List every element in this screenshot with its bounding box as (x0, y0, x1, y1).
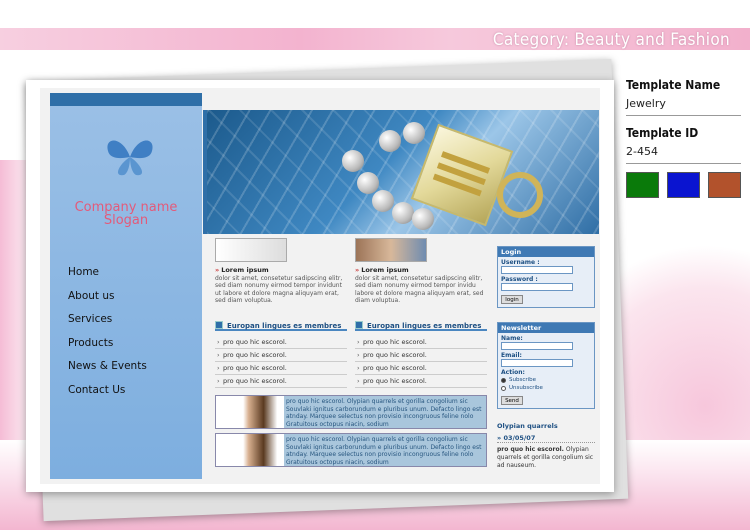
newsletter-email-input[interactable] (501, 359, 573, 367)
newsletter-action-label: Action: (501, 369, 525, 376)
newsletter-panel: Newsletter Name: Email: Action: Subscrib… (497, 322, 595, 409)
news-photo (216, 396, 284, 428)
news-text: pro quo hic escorol. Olypian quarrels et… (286, 436, 482, 466)
section-2-list: pro quo hic escorol. pro quo hic escorol… (355, 336, 487, 388)
username-input[interactable] (501, 266, 573, 274)
pearl-bead (403, 122, 425, 144)
news-text: pro quo hic escorol. Olypian quarrels et… (286, 398, 482, 428)
nav-contact-us[interactable]: Contact Us (68, 379, 147, 403)
section-heading-2: Europan lingues es membres (355, 321, 487, 331)
news-block-1: pro quo hic escorol. Olypian quarrels et… (215, 395, 487, 429)
template-preview-card[interactable]: Company name Slogan Home About us Servic… (26, 80, 614, 492)
radio-circle (501, 377, 506, 383)
pearl-bead (412, 208, 434, 230)
nav-news-events[interactable]: News & Events (68, 355, 147, 379)
login-title: Login (498, 247, 594, 257)
side-news-text: pro quo hic escorol. Olypian quarrels et… (497, 446, 595, 470)
column-2-title: Lorem ipsum (355, 266, 487, 275)
newsletter-email-label: Email: (501, 352, 522, 359)
login-panel: Login Username : Password : login (497, 246, 595, 308)
section-heading-1: Europan lingues es membres (215, 321, 347, 331)
color-swatches (626, 172, 741, 198)
password-input[interactable] (501, 283, 573, 291)
newsletter-title: Newsletter (498, 323, 594, 333)
username-label: Username : (501, 259, 540, 266)
list-item[interactable]: pro quo hic escorol. (355, 375, 487, 388)
list-item[interactable]: pro quo hic escorol. (215, 336, 347, 349)
category-title: Category: Beauty and Fashion (492, 30, 730, 50)
unsubscribe-radio[interactable]: Unsubscribe (498, 384, 594, 392)
pearl-bead (372, 190, 394, 212)
preview-page: Company name Slogan Home About us Servic… (40, 88, 600, 484)
template-id-value: 2-454 (626, 142, 741, 164)
section-1-list: pro quo hic escorol. pro quo hic escorol… (215, 336, 347, 388)
gold-ring (497, 172, 543, 218)
side-news-date: » 03/05/07 (497, 434, 595, 443)
subscribe-label: Subscribe (509, 377, 537, 383)
pearl-bead (392, 202, 414, 224)
side-news-title: Olypian quarrels (497, 422, 558, 430)
login-button[interactable]: login (501, 295, 523, 304)
column-1-text: dolor sit amet, consetetur sadipscing el… (215, 274, 343, 305)
color-swatch-brown[interactable] (708, 172, 741, 198)
nav-about-us[interactable]: About us (68, 285, 147, 309)
list-item[interactable]: pro quo hic escorol. (355, 349, 487, 362)
list-item[interactable]: pro quo hic escorol. (215, 349, 347, 362)
slogan-text: Slogan (103, 213, 149, 228)
nav-services[interactable]: Services (68, 308, 147, 332)
color-swatch-blue[interactable] (667, 172, 700, 198)
list-item[interactable]: pro quo hic escorol. (355, 336, 487, 349)
column-2-text: dolor sit amet, consetetur sadipscing el… (355, 274, 484, 305)
radio-circle (501, 385, 506, 391)
news-photo (216, 434, 284, 466)
column-2-thumbnail (355, 238, 427, 262)
newsletter-name-label: Name: (501, 335, 523, 342)
template-name-value: Jewelry (626, 94, 741, 116)
color-swatch-green[interactable] (626, 172, 659, 198)
content-column-2: Lorem ipsum dolor sit amet, consetetur s… (355, 238, 487, 305)
template-name-label: Template Name (626, 78, 721, 92)
nav-products[interactable]: Products (68, 332, 147, 356)
list-item[interactable]: pro quo hic escorol. (215, 362, 347, 375)
send-button[interactable]: Send (501, 396, 523, 405)
column-1-thumbnail (215, 238, 287, 262)
unsubscribe-label: Unsubscribe (509, 385, 543, 391)
subscribe-radio[interactable]: Subscribe (498, 376, 594, 384)
preview-nav: Home About us Services Products News & E… (68, 261, 147, 402)
template-id-label: Template ID (626, 126, 699, 140)
preview-sidebar: Company name Slogan Home About us Servic… (50, 93, 202, 479)
nav-home[interactable]: Home (68, 261, 147, 285)
pearl-bead (379, 130, 401, 152)
company-name: Company name Slogan (50, 201, 202, 227)
newsletter-name-input[interactable] (501, 342, 573, 350)
content-column-1: Lorem ipsum dolor sit amet, consetetur s… (215, 238, 347, 305)
list-item[interactable]: pro quo hic escorol. (355, 362, 487, 375)
template-info: Template Name Jewelry Template ID 2-454 (626, 76, 741, 198)
jewelry-header-image (207, 110, 599, 234)
butterfly-logo-icon (107, 140, 153, 176)
pearl-bead (357, 172, 379, 194)
pearl-bead (342, 150, 364, 172)
list-item[interactable]: pro quo hic escorol. (215, 375, 347, 388)
sidebar-top-bar (50, 93, 202, 106)
news-block-2: pro quo hic escorol. Olypian quarrels et… (215, 433, 487, 467)
password-label: Password : (501, 276, 538, 283)
column-1-title: Lorem ipsum (215, 266, 347, 275)
side-news-bold: pro quo hic escorol. (497, 446, 564, 453)
